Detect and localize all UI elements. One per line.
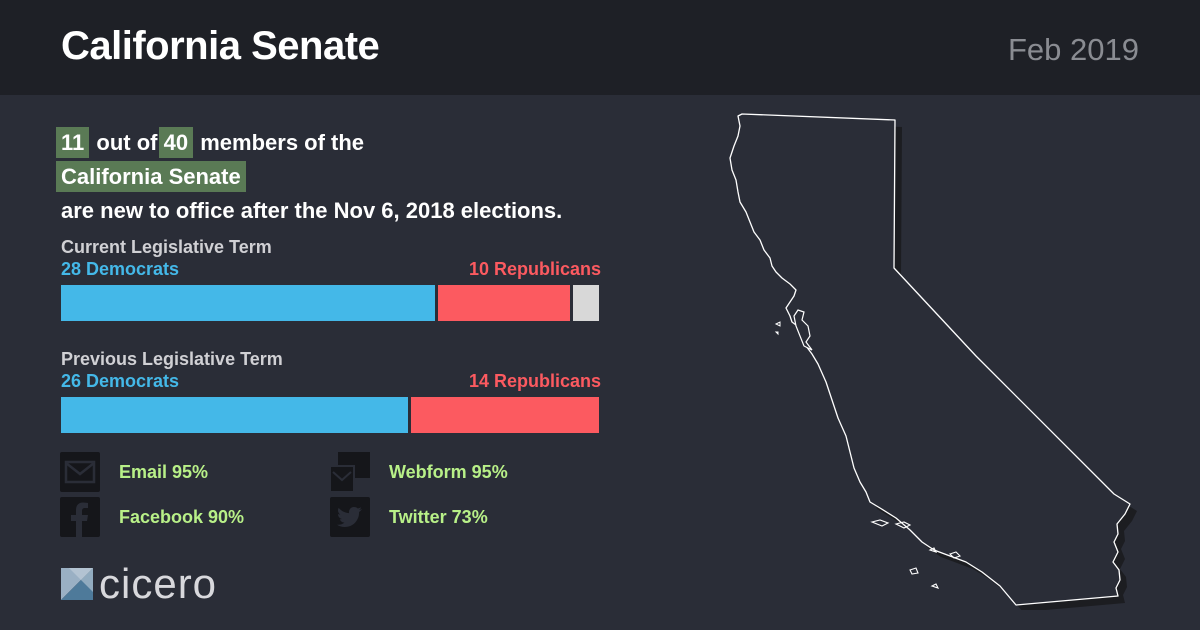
twitter-icon — [330, 497, 370, 537]
out-of-text: out of — [96, 130, 158, 155]
contact-email: Email 95% — [60, 452, 208, 492]
current-term-title: Current Legislative Term — [61, 237, 272, 257]
page-title: California Senate — [61, 24, 380, 68]
twitter-percent: Twitter 73% — [389, 506, 488, 527]
previous-republicans-count: 14 Republicans — [468, 371, 601, 391]
facebook-icon — [60, 497, 100, 537]
previous-democrats-segment — [61, 397, 408, 433]
current-vacant-segment — [573, 285, 599, 321]
headline-line-3: are new to office after the Nov 6, 2018 … — [61, 198, 563, 223]
webform-percent: Webform 95% — [389, 461, 508, 482]
cicero-logo-mark — [61, 568, 93, 600]
contact-webform: Webform 95% — [330, 452, 508, 492]
members-of-text: members of the — [200, 130, 365, 155]
total-members-count: 40 — [158, 127, 194, 158]
webform-icon — [330, 452, 370, 492]
california-map — [729, 113, 1137, 610]
current-republicans-count: 10 Republicans — [468, 259, 601, 279]
email-percent: Email 95% — [119, 461, 209, 482]
facebook-percent: Facebook 90% — [119, 506, 245, 527]
headline-line-1: 11 out of 40 members of the — [56, 126, 661, 160]
previous-democrats-count: 26 Democrats — [61, 371, 180, 391]
cicero-logo-text: cicero — [99, 560, 218, 607]
email-icon — [60, 452, 100, 492]
new-members-count: 11 — [56, 127, 90, 158]
previous-party-bar — [61, 397, 599, 433]
previous-republicans-segment — [411, 397, 599, 433]
previous-term-title: Previous Legislative Term — [61, 349, 283, 369]
current-term-counts: 28 Democrats 10 Republicans — [61, 259, 601, 281]
current-term: Current Legislative Term 28 Democrats 10… — [61, 237, 601, 321]
headline-line-2: California Senate — [56, 160, 661, 194]
current-republicans-segment — [438, 285, 570, 321]
headline: 11 out of 40 members of the California S… — [56, 126, 661, 228]
header-bar: California Senate Feb 2019 — [0, 0, 1200, 95]
previous-term-counts: 26 Democrats 14 Republicans — [61, 371, 601, 393]
contact-twitter: Twitter 73% — [330, 497, 488, 537]
date-label: Feb 2019 — [1008, 32, 1139, 67]
contact-facebook: Facebook 90% — [60, 497, 244, 537]
cicero-logo: cicero — [61, 560, 217, 608]
current-party-bar — [61, 285, 599, 321]
previous-term: Previous Legislative Term 26 Democrats 1… — [61, 349, 601, 433]
chamber-name: California Senate — [56, 161, 246, 192]
current-democrats-segment — [61, 285, 435, 321]
current-democrats-count: 28 Democrats — [61, 259, 180, 279]
